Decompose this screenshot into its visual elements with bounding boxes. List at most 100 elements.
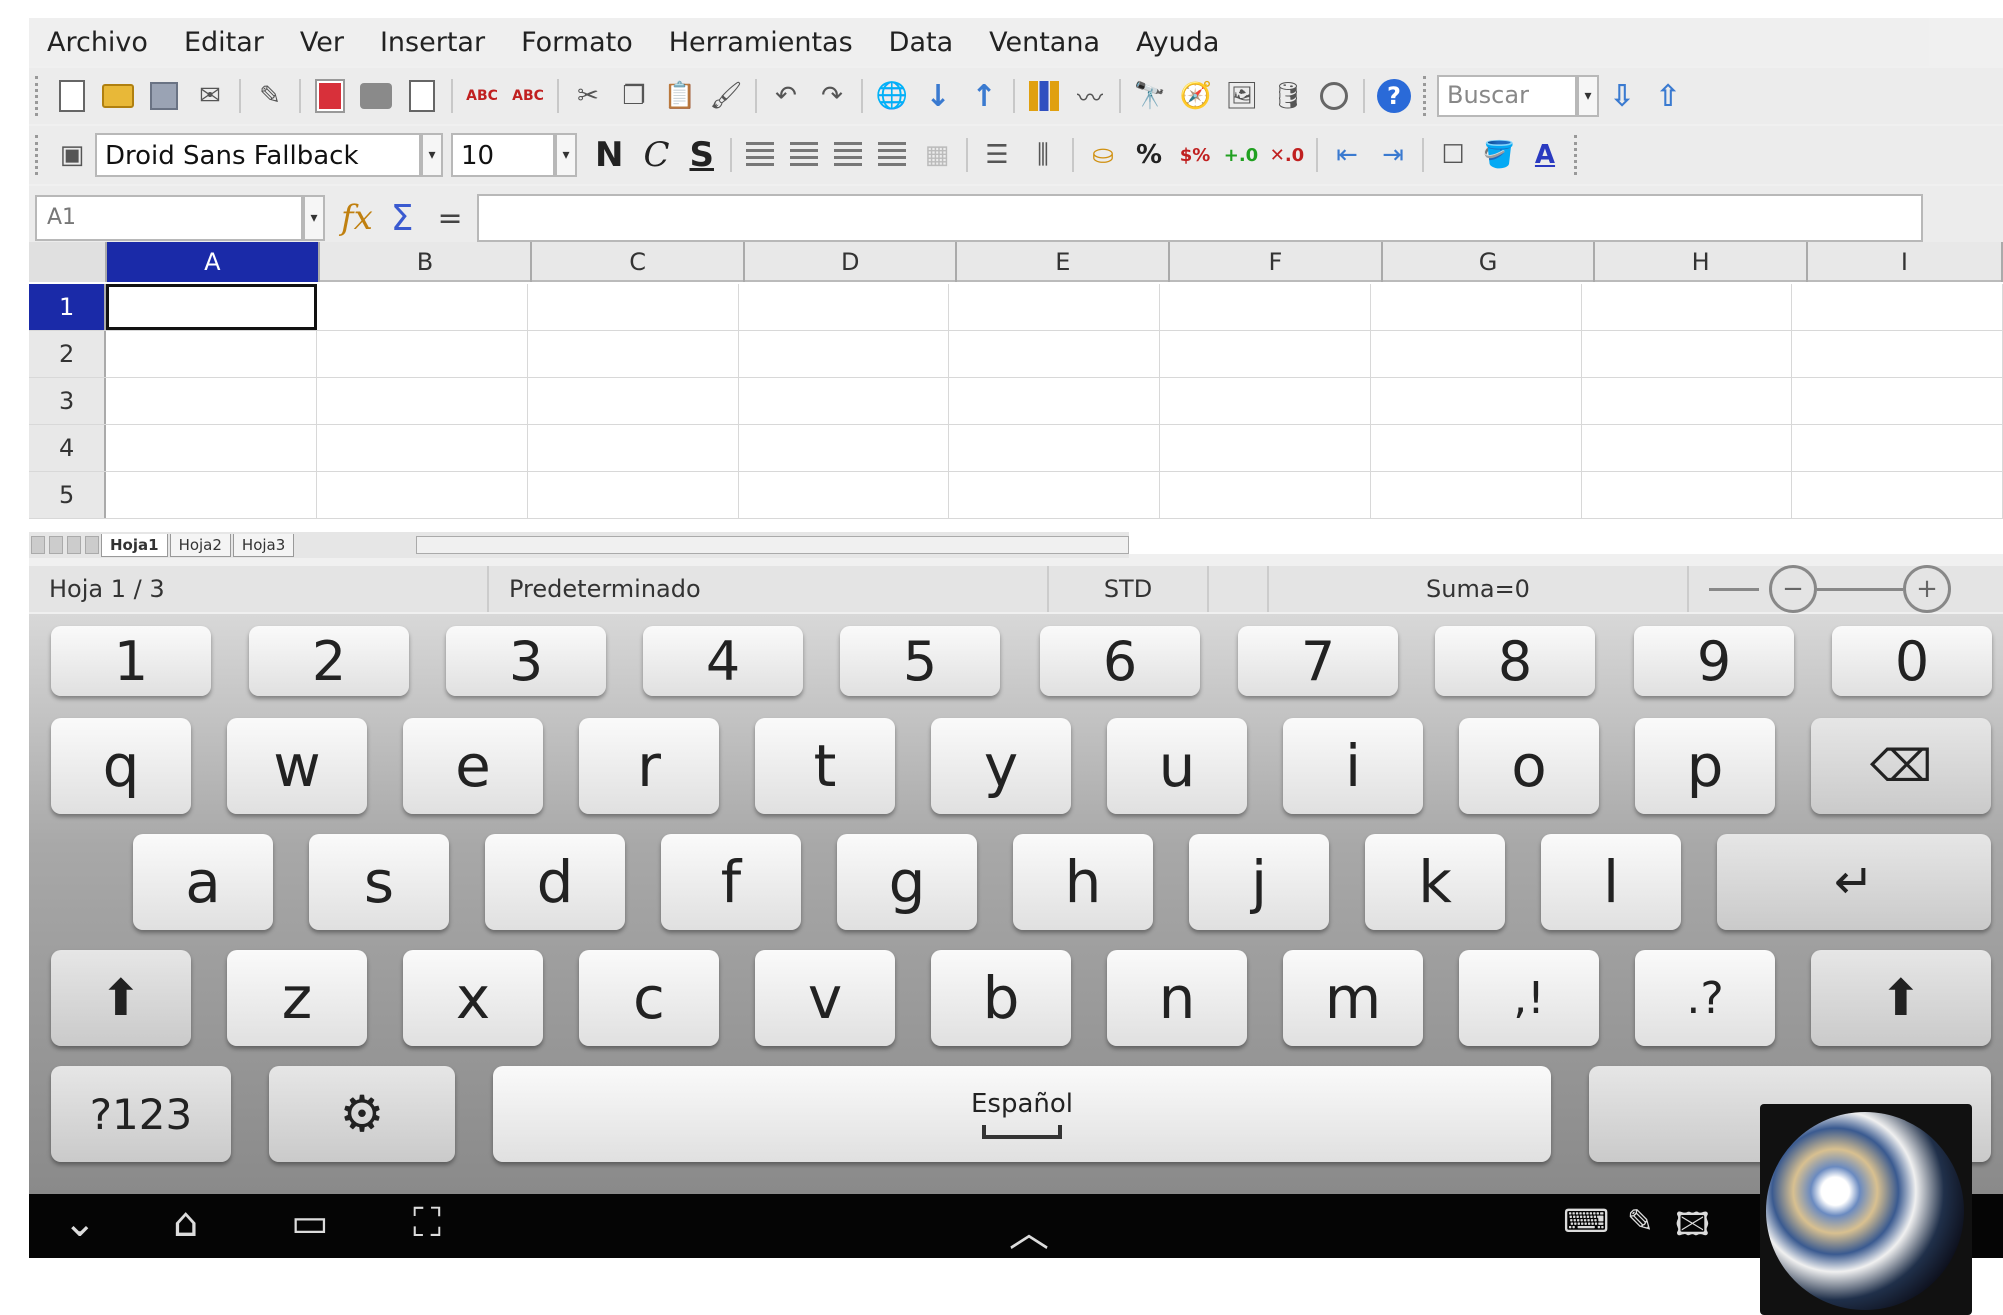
- key-s[interactable]: s: [309, 834, 449, 930]
- menu-archivo[interactable]: Archivo: [47, 27, 148, 58]
- key-z[interactable]: z: [227, 950, 367, 1046]
- key-v[interactable]: v: [755, 950, 895, 1046]
- cell-a1[interactable]: [106, 284, 318, 330]
- column-header[interactable]: F: [1170, 242, 1383, 282]
- copy-icon[interactable]: ❐: [614, 76, 654, 116]
- help-icon[interactable]: ?: [1374, 76, 1414, 116]
- column-header[interactable]: I: [1808, 242, 2003, 282]
- format-paintbrush-icon[interactable]: 🖌: [706, 76, 746, 116]
- number-format-icon[interactable]: $%: [1175, 135, 1215, 175]
- navigator-icon[interactable]: 🧭: [1176, 76, 1216, 116]
- column-header[interactable]: G: [1383, 242, 1596, 282]
- cell[interactable]: [1371, 331, 1582, 377]
- data-sources-icon[interactable]: 🛢: [1268, 76, 1308, 116]
- cell[interactable]: [317, 472, 528, 518]
- font-name-dropdown-icon[interactable]: ▾: [421, 133, 443, 177]
- screenshot-icon[interactable]: ⛶: [413, 1200, 441, 1246]
- draw-icon[interactable]: 〰: [1070, 76, 1110, 116]
- edit-file-icon[interactable]: ✎: [250, 76, 290, 116]
- row-header[interactable]: 5: [29, 472, 107, 518]
- key-j[interactable]: j: [1189, 834, 1329, 930]
- cell[interactable]: [739, 331, 950, 377]
- cell[interactable]: [1582, 472, 1793, 518]
- open-folder-icon[interactable]: [98, 76, 138, 116]
- key-k[interactable]: k: [1365, 834, 1505, 930]
- cell[interactable]: [1160, 425, 1371, 471]
- row-header[interactable]: 3: [29, 378, 107, 424]
- horizontal-scrollbar[interactable]: [416, 536, 1129, 554]
- key-l[interactable]: l: [1541, 834, 1681, 930]
- shift-icon[interactable]: ⬆: [51, 950, 191, 1046]
- merge-cells-icon[interactable]: ▦: [917, 135, 957, 175]
- cell[interactable]: [317, 425, 528, 471]
- wrap-text-icon[interactable]: ☰: [977, 135, 1017, 175]
- cell[interactable]: [106, 378, 318, 424]
- key-y[interactable]: y: [931, 718, 1071, 814]
- align-left-icon[interactable]: [745, 142, 774, 168]
- key-e[interactable]: e: [403, 718, 543, 814]
- sheet-tab-hoja1[interactable]: Hoja1: [101, 533, 168, 557]
- delete-decimal-icon[interactable]: ✕.0: [1267, 135, 1307, 175]
- autospell-icon[interactable]: ABC: [508, 76, 548, 116]
- formula-input[interactable]: [476, 194, 1923, 242]
- shift-right-icon[interactable]: ⬆: [1811, 950, 1991, 1046]
- cell[interactable]: [1160, 331, 1371, 377]
- key-6[interactable]: 6: [1040, 626, 1200, 696]
- font-size-field[interactable]: 10: [451, 133, 555, 177]
- toolbar-grip[interactable]: [1573, 135, 1580, 175]
- menu-formato[interactable]: Formato: [521, 27, 633, 58]
- cell[interactable]: [739, 284, 950, 330]
- cell[interactable]: [317, 284, 528, 330]
- toolbar-grip[interactable]: [35, 135, 41, 175]
- column-header[interactable]: H: [1595, 242, 1808, 282]
- find-previous-icon[interactable]: ⇧: [1648, 76, 1688, 116]
- align-right-icon[interactable]: [833, 142, 862, 168]
- font-size-dropdown-icon[interactable]: ▾: [555, 133, 577, 177]
- cell[interactable]: [949, 331, 1161, 377]
- zoom-slider-track[interactable]: [1817, 587, 1903, 591]
- menu-editar[interactable]: Editar: [184, 27, 264, 58]
- menu-data[interactable]: Data: [889, 27, 953, 58]
- cell[interactable]: [1371, 378, 1582, 424]
- cell[interactable]: [1160, 472, 1371, 518]
- key-d[interactable]: d: [485, 834, 625, 930]
- font-color-icon[interactable]: A: [1525, 135, 1565, 175]
- cell[interactable]: [949, 284, 1161, 330]
- expand-up-icon[interactable]: ︿: [1009, 1200, 1049, 1258]
- key-c[interactable]: c: [579, 950, 719, 1046]
- selection-mode[interactable]: STD: [1049, 566, 1209, 612]
- italic-button[interactable]: C: [643, 135, 669, 175]
- home-icon[interactable]: ⌂: [173, 1200, 198, 1246]
- bold-button[interactable]: N: [595, 135, 623, 175]
- increase-indent-icon[interactable]: ⇥: [1373, 135, 1413, 175]
- key-f[interactable]: f: [661, 834, 801, 930]
- key-7[interactable]: 7: [1238, 626, 1398, 696]
- background-color-icon[interactable]: 🪣: [1479, 135, 1519, 175]
- next-sheet-button[interactable]: [67, 536, 81, 554]
- column-header[interactable]: D: [745, 242, 958, 282]
- cell[interactable]: [1582, 284, 1793, 330]
- cell[interactable]: [528, 284, 739, 330]
- key-4[interactable]: 4: [643, 626, 803, 696]
- decrease-indent-icon[interactable]: ⇤: [1327, 135, 1367, 175]
- row-header[interactable]: 2: [29, 331, 107, 377]
- cell[interactable]: [1371, 472, 1582, 518]
- key-5[interactable]: 5: [840, 626, 1000, 696]
- key-u[interactable]: u: [1107, 718, 1247, 814]
- key-b[interactable]: b: [931, 950, 1071, 1046]
- key-g[interactable]: g: [837, 834, 977, 930]
- key-i[interactable]: i: [1283, 718, 1423, 814]
- column-header[interactable]: C: [532, 242, 745, 282]
- cell[interactable]: [1792, 284, 2003, 330]
- symbols-key[interactable]: ?123: [51, 1066, 231, 1162]
- zoom-icon[interactable]: [1314, 76, 1354, 116]
- column-header[interactable]: E: [957, 242, 1171, 282]
- name-box-dropdown-icon[interactable]: ▾: [303, 195, 325, 241]
- function-icon[interactable]: =: [438, 201, 463, 236]
- cell[interactable]: [1792, 331, 2003, 377]
- undo-icon[interactable]: ↶: [766, 76, 806, 116]
- add-decimal-icon[interactable]: +.0: [1221, 135, 1261, 175]
- pdf-icon[interactable]: [310, 76, 350, 116]
- key-3[interactable]: 3: [446, 626, 606, 696]
- styles-icon[interactable]: ▣: [52, 135, 92, 175]
